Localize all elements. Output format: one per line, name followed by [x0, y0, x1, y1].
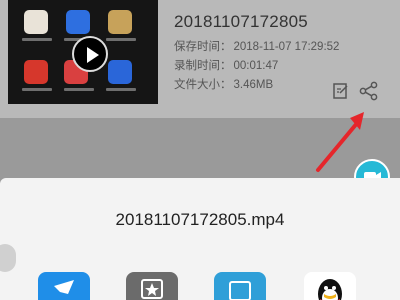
file-size: 文件大小： 3.46MB: [174, 76, 273, 92]
share-filename: 20181107172805.mp4: [115, 210, 285, 229]
edit-icon[interactable]: [332, 82, 350, 100]
saved-time-value: 2018-11-07 17:29:52: [233, 41, 340, 53]
duration-label: 录制时间：: [174, 60, 232, 72]
file-size-value: 3.46MB: [233, 79, 274, 91]
file-size-label: 文件大小：: [174, 79, 232, 91]
thumb-app-icon: [66, 10, 90, 34]
saved-time-label: 保存时间：: [174, 41, 232, 53]
share-app-dingtalk[interactable]: [38, 272, 90, 300]
thumb-app-icon: [108, 10, 132, 34]
thumb-app-icon: [24, 10, 48, 34]
recording-title: 20181107172805: [174, 12, 308, 31]
play-icon[interactable]: [72, 36, 108, 72]
share-app-screen[interactable]: [214, 272, 266, 300]
saved-time: 保存时间： 2018-11-07 17:29:52: [174, 38, 339, 54]
edge-handle[interactable]: [0, 244, 16, 272]
window-icon: [229, 281, 251, 300]
dingtalk-icon: [54, 280, 74, 294]
record-duration: 录制时间： 00:01:47: [174, 57, 278, 73]
share-app-qq[interactable]: [304, 272, 356, 300]
share-app-favorite[interactable]: [126, 272, 178, 300]
thumb-app-icon: [24, 60, 48, 84]
video-thumbnail[interactable]: [8, 0, 158, 104]
duration-value: 00:01:47: [233, 60, 279, 72]
share-icon[interactable]: [358, 80, 380, 102]
star-icon: [141, 279, 163, 299]
qq-penguin-icon: [318, 279, 342, 300]
thumb-app-icon: [108, 60, 132, 84]
